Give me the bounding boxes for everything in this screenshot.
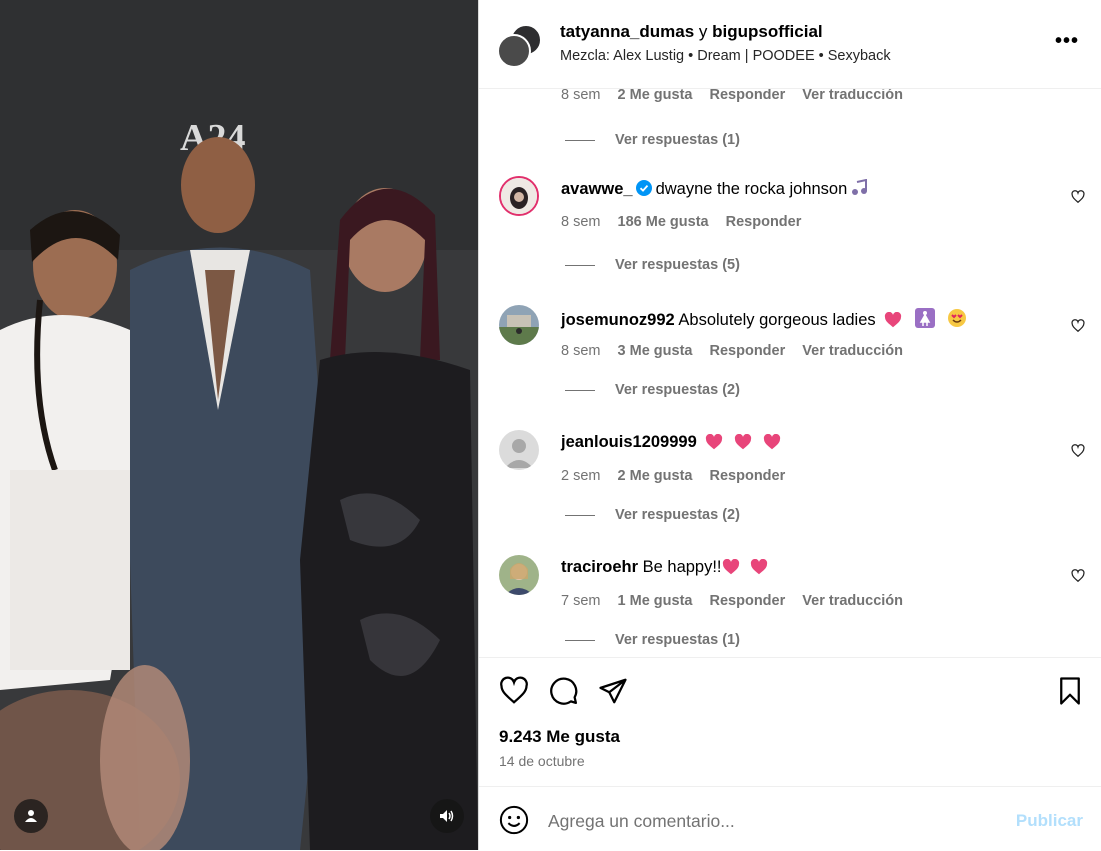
pink-heart-icon (706, 434, 723, 450)
comment-time[interactable]: 2 sem (561, 468, 601, 484)
post-header: tatyanna_dumas y bigupsofficial Mezcla: … (479, 0, 1101, 89)
publish-button[interactable]: Publicar (1016, 811, 1083, 831)
post-side-panel: tatyanna_dumas y bigupsofficial Mezcla: … (478, 0, 1101, 850)
like-heart-icon[interactable] (1071, 190, 1085, 204)
comment-username[interactable]: josemunoz992 (561, 311, 675, 329)
pink-heart-icon (763, 434, 780, 450)
translate-button[interactable]: Ver traducción (802, 343, 903, 359)
view-replies-button[interactable]: Ver respuestas (2) (565, 507, 740, 523)
woman-symbol-icon (914, 308, 935, 328)
reply-button[interactable]: Responder (710, 89, 786, 103)
verified-badge-icon (635, 180, 652, 196)
pink-heart-icon (734, 434, 752, 450)
comment-likes[interactable]: 186 Me gusta (618, 214, 709, 230)
post-actions: 9.243 Me gusta 14 de octubre (479, 657, 1101, 787)
author-link[interactable]: bigupsofficial (712, 22, 823, 41)
comment-meta: 8 sem 3 Me gusta Responder Ver traducció… (561, 343, 916, 359)
comment-body: Be happy!! (642, 558, 722, 576)
bookmark-icon[interactable] (1055, 676, 1085, 706)
comment-likes[interactable]: 3 Me gusta (618, 343, 693, 359)
comment-icon[interactable] (549, 676, 579, 706)
authors-joiner: y (698, 22, 708, 41)
comment-text-line: jeanlouis1209999 (561, 433, 781, 452)
comment-meta: 8 sem 186 Me gusta Responder (561, 214, 814, 230)
avatar[interactable] (497, 34, 531, 68)
view-replies-button[interactable]: Ver respuestas (1) (565, 132, 740, 148)
reply-button[interactable]: Responder (710, 343, 786, 359)
comment-username[interactable]: avawwe_ (561, 180, 633, 198)
comment-meta: 7 sem 1 Me gusta Responder Ver traducció… (561, 593, 916, 609)
view-replies-button[interactable]: Ver respuestas (2) (565, 382, 740, 398)
reply-button[interactable]: Responder (710, 468, 786, 484)
comment-username[interactable]: traciroehr (561, 558, 638, 576)
comment-text-line: traciroehr Be happy!! (561, 558, 768, 577)
like-heart-icon[interactable] (1071, 319, 1085, 333)
reply-button[interactable]: Responder (726, 214, 802, 230)
like-icon[interactable] (499, 676, 529, 706)
like-heart-icon[interactable] (1071, 444, 1085, 458)
comment-likes[interactable]: 2 Me gusta (618, 468, 693, 484)
avatar[interactable] (499, 430, 539, 470)
comment-username[interactable]: jeanlouis1209999 (561, 433, 697, 451)
person-icon (25, 810, 37, 822)
comments-list[interactable]: 8 sem 2 Me gusta Responder Ver traducció… (479, 89, 1101, 657)
pink-heart-icon (750, 559, 768, 575)
comment-likes[interactable]: 1 Me gusta (618, 593, 693, 609)
share-icon[interactable] (598, 676, 628, 706)
comment-time[interactable]: 8 sem (561, 343, 601, 359)
like-count[interactable]: 9.243 Me gusta (499, 727, 620, 747)
translate-button[interactable]: Ver traducción (802, 593, 903, 609)
comment-meta: 8 sem 2 Me gusta Responder Ver traducció… (561, 89, 916, 103)
audio-toggle-button[interactable] (430, 799, 464, 833)
post-date: 14 de octubre (499, 753, 585, 769)
comment-meta: 2 sem 2 Me gusta Responder (561, 468, 798, 484)
avatar[interactable] (499, 305, 539, 345)
comment-time[interactable]: 7 sem (561, 593, 601, 609)
view-replies-button[interactable]: Ver respuestas (5) (565, 257, 740, 273)
comment-composer: Agrega un comentario... Publicar (479, 786, 1101, 851)
comment-time[interactable]: 8 sem (561, 89, 601, 103)
post-media[interactable]: A24 (0, 0, 478, 850)
author-link[interactable]: tatyanna_dumas (560, 22, 694, 41)
avatar[interactable] (499, 176, 539, 216)
comment-likes[interactable]: 2 Me gusta (618, 89, 693, 103)
heart-eyes-icon (948, 309, 967, 327)
translate-button[interactable]: Ver traducción (802, 89, 903, 103)
audio-attribution[interactable]: Mezcla: Alex Lustig • Dream | POODEE • S… (560, 48, 891, 64)
collab-avatars[interactable] (497, 22, 542, 68)
view-replies-button[interactable]: Ver respuestas (1) (565, 632, 740, 648)
post-photo: A24 (0, 0, 478, 850)
comment-body: dwayne the rocka johnson (655, 180, 848, 198)
pink-heart-icon (722, 559, 739, 575)
speaker-icon (440, 810, 454, 822)
comment-text-line: josemunoz992 Absolutely gorgeous ladies (561, 308, 967, 330)
comment-input[interactable]: Agrega un comentario... (548, 811, 735, 832)
music-notes-icon (852, 179, 868, 195)
avatar[interactable] (499, 555, 539, 595)
like-heart-icon[interactable] (1071, 569, 1085, 583)
tagged-users-button[interactable] (14, 799, 48, 833)
post-authors: tatyanna_dumas y bigupsofficial (560, 22, 823, 42)
comment-time[interactable]: 8 sem (561, 214, 601, 230)
pink-heart-icon (885, 312, 902, 328)
comment-text-line: avawwe_ dwayne the rocka johnson (561, 179, 869, 199)
emoji-picker-icon[interactable] (499, 805, 529, 835)
comment-body: Absolutely gorgeous ladies (678, 311, 876, 329)
reply-button[interactable]: Responder (710, 593, 786, 609)
more-options-button[interactable]: ••• (1055, 30, 1079, 53)
